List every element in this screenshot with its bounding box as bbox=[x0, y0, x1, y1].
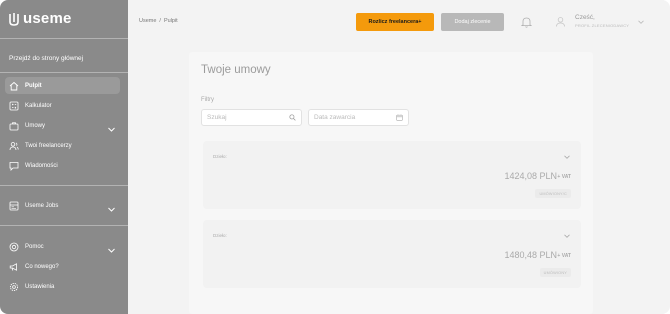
gear-icon bbox=[9, 282, 19, 292]
sidebar-item-label: Pulpit bbox=[25, 82, 42, 89]
users-icon bbox=[9, 141, 19, 151]
contract-card[interactable]: Dzieło: 1424,08 PLN + VAT UMÓWIONY/C bbox=[203, 141, 581, 209]
sidebar-item-label: Co nowego? bbox=[25, 263, 59, 270]
user-greeting[interactable]: Cześć, bbox=[575, 14, 595, 21]
sidebar-item-kalkulator[interactable]: Kalkulator bbox=[5, 97, 120, 114]
search-input[interactable]: Szukaj bbox=[201, 109, 302, 126]
search-placeholder: Szukaj bbox=[207, 114, 227, 121]
logo[interactable]: useme bbox=[8, 10, 72, 27]
sidebar-item-useme-jobs[interactable]: Useme Jobs bbox=[5, 197, 120, 214]
chevron-down-icon[interactable] bbox=[563, 232, 571, 240]
user-avatar-icon[interactable] bbox=[555, 16, 566, 27]
contract-card[interactable]: Dzieło: 1480,48 PLN + VAT UMÓWIONY bbox=[203, 220, 581, 288]
status-badge: UMÓWIONY/C bbox=[535, 189, 571, 198]
breadcrumb: Useme / Pulpit bbox=[139, 18, 178, 24]
date-placeholder: Data zawarcia bbox=[314, 114, 356, 121]
divider bbox=[0, 38, 128, 39]
back-to-home-link[interactable]: Przejdź do strony głównej bbox=[9, 55, 83, 62]
breadcrumb-separator: / bbox=[159, 18, 161, 24]
bell-icon[interactable] bbox=[521, 16, 532, 28]
home-icon bbox=[9, 81, 19, 91]
sidebar-item-label: Twoi freelancerzy bbox=[25, 142, 72, 149]
status-badge: UMÓWIONY bbox=[539, 268, 571, 277]
contracts-panel: Twoje umowy Filtry Szukaj Data zawarcia … bbox=[189, 52, 593, 314]
settle-freelancer-button[interactable]: Rozlicz freelancera+ bbox=[356, 13, 434, 31]
sidebar-item-pulpit[interactable]: Pulpit bbox=[5, 77, 120, 94]
search-icon bbox=[289, 114, 296, 121]
sidebar-item-label: Pomoc bbox=[25, 243, 44, 250]
add-order-button[interactable]: Dodaj zlecenie bbox=[441, 13, 504, 31]
calendar-icon bbox=[396, 114, 403, 121]
jobs-icon bbox=[9, 201, 19, 211]
briefcase-icon bbox=[9, 121, 19, 131]
help-icon bbox=[9, 242, 19, 252]
top-bar: Useme / Pulpit Rozlicz freelancera+ Doda… bbox=[128, 0, 670, 44]
sidebar-item-whats-new[interactable]: Co nowego? bbox=[5, 258, 120, 275]
contract-type-label: Dzieło: bbox=[213, 154, 227, 159]
chevron-down-icon[interactable] bbox=[107, 201, 116, 212]
useme-logo-icon bbox=[9, 12, 19, 26]
app-window: useme Przejdź do strony głównej Pulpit K… bbox=[0, 0, 670, 314]
calculator-icon bbox=[9, 101, 19, 111]
divider bbox=[0, 225, 128, 226]
sidebar-item-label: Umowy bbox=[25, 122, 46, 129]
sidebar-item-settings[interactable]: Ustawienia bbox=[5, 278, 120, 295]
chevron-down-icon[interactable] bbox=[563, 153, 571, 161]
contract-date-input[interactable]: Data zawarcia bbox=[308, 109, 409, 126]
divider bbox=[0, 185, 128, 186]
sidebar-item-umowy[interactable]: Umowy bbox=[5, 117, 120, 134]
contract-vat: + VAT bbox=[557, 253, 571, 259]
chevron-down-icon[interactable] bbox=[637, 18, 645, 26]
user-profile-type: PROFIL ZLECENIODAWCY bbox=[575, 23, 630, 28]
sidebar: useme Przejdź do strony głównej Pulpit K… bbox=[0, 0, 128, 314]
page-title: Twoje umowy bbox=[201, 64, 271, 76]
breadcrumb-item-pulpit: Pulpit bbox=[163, 18, 178, 24]
contract-amount: 1480,48 PLN bbox=[504, 250, 557, 260]
contract-vat: + VAT bbox=[557, 174, 571, 180]
sidebar-item-label: Useme Jobs bbox=[25, 202, 59, 209]
filters-label: Filtry bbox=[201, 97, 214, 103]
sidebar-item-label: Wiadomości bbox=[25, 162, 58, 169]
megaphone-icon bbox=[9, 262, 19, 272]
sidebar-item-label: Kalkulator bbox=[25, 102, 52, 109]
sidebar-item-freelancers[interactable]: Twoi freelancerzy bbox=[5, 137, 120, 154]
sidebar-item-label: Ustawienia bbox=[25, 283, 55, 290]
contract-amount: 1424,08 PLN bbox=[504, 171, 557, 181]
logo-text: useme bbox=[23, 10, 72, 27]
chevron-down-icon[interactable] bbox=[107, 242, 116, 253]
chevron-down-icon[interactable] bbox=[107, 121, 116, 132]
sidebar-item-help[interactable]: Pomoc bbox=[5, 238, 120, 255]
breadcrumb-item-useme[interactable]: Useme bbox=[139, 18, 156, 24]
divider bbox=[0, 72, 128, 73]
contract-type-label: Dzieło: bbox=[213, 233, 227, 238]
chat-icon bbox=[9, 161, 19, 171]
sidebar-item-messages[interactable]: Wiadomości bbox=[5, 157, 120, 174]
